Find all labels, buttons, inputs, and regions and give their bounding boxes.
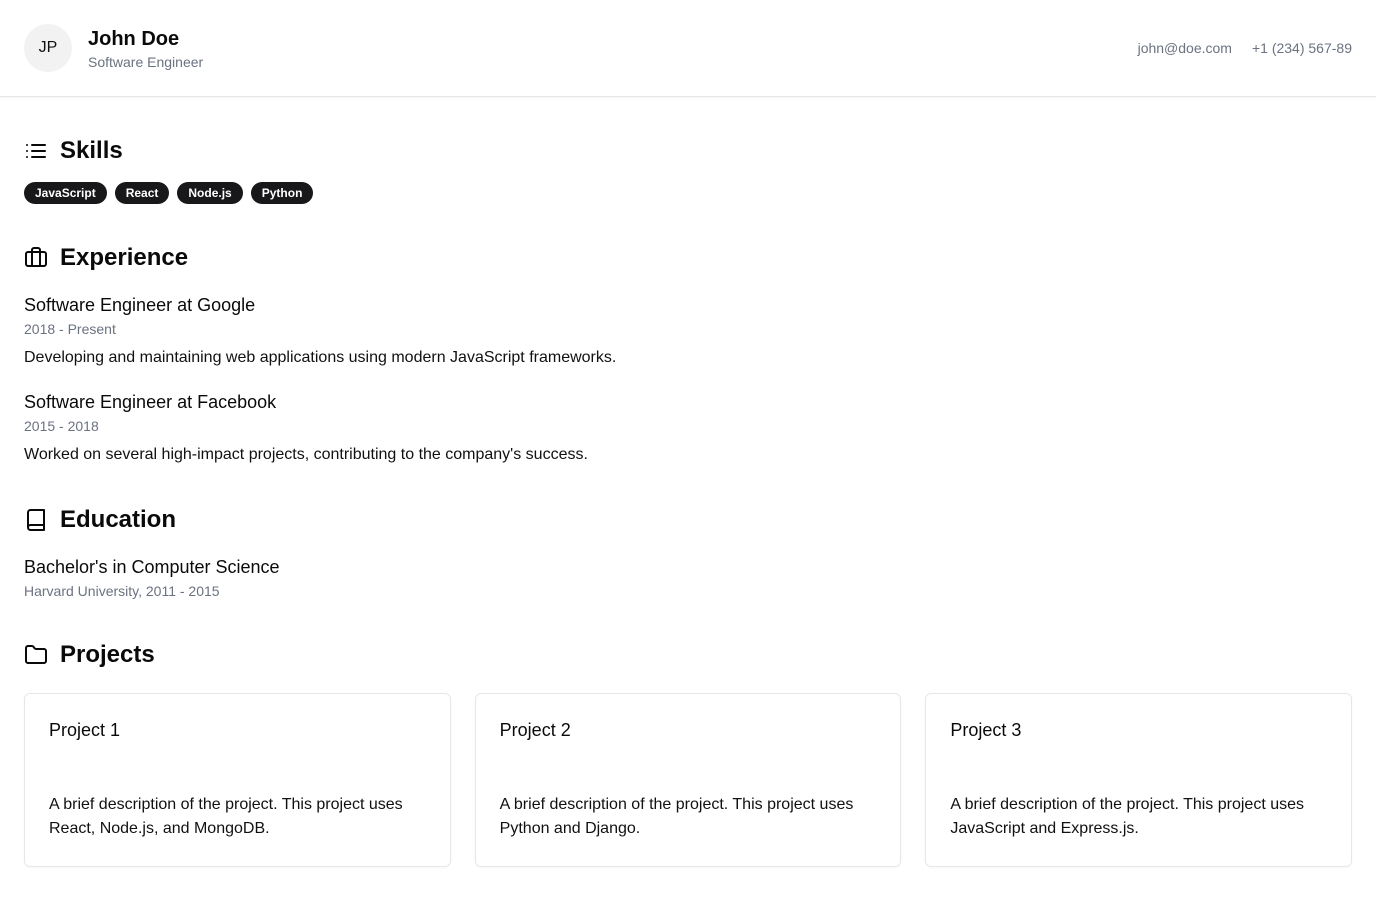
project-description: A brief description of the project. This…: [950, 796, 1305, 837]
book-icon: [27, 509, 45, 531]
project-title: Project 3: [950, 720, 1022, 740]
project-card[interactable]: Project 2 A brief description of the pro…: [474, 693, 902, 867]
job-title: Software Engineer at Google: [24, 295, 256, 315]
school-info: Harvard University, 2011 - 2015: [24, 583, 220, 599]
avatar: JP: [24, 24, 72, 72]
education-title: Education: [60, 506, 177, 533]
project-cards: Project 1 A brief description of the pro…: [24, 693, 1353, 867]
skills-section: Skills JavaScript React Node.js Python: [24, 137, 1352, 204]
skills-badges: JavaScript React Node.js Python: [24, 182, 1352, 204]
project-description: A brief description of the project. This…: [499, 796, 854, 837]
profile-role: Software Engineer: [88, 53, 204, 70]
job-description: Worked on several high-impact projects, …: [24, 446, 588, 463]
experience-title: Experience: [60, 244, 189, 271]
job-dates: 2018 - Present: [24, 321, 116, 337]
job-description: Developing and maintaining web applicati…: [24, 349, 617, 366]
job-entry: Software Engineer at Google 2018 - Prese…: [24, 294, 1352, 367]
contact-info: john@doe.com +1 (234) 567-89: [1138, 40, 1352, 56]
skill-badge: React: [114, 182, 170, 204]
projects-title: Projects: [60, 641, 155, 668]
briefcase-icon: [25, 247, 47, 267]
degree-title: Bachelor's in Computer Science: [24, 557, 280, 577]
project-card[interactable]: Project 1 A brief description of the pro…: [24, 693, 451, 867]
skill-badge: JavaScript: [24, 182, 107, 204]
project-title: Project 2: [499, 720, 571, 740]
skill-badge: Node.js: [177, 182, 243, 204]
resume-content: Skills JavaScript React Node.js Python E…: [0, 137, 1376, 867]
project-card[interactable]: Project 3 A brief description of the pro…: [925, 693, 1353, 867]
projects-heading: Projects: [24, 641, 1352, 669]
list-icon: [26, 144, 46, 158]
skills-heading: Skills: [24, 137, 1352, 165]
profile-info: John Doe Software Engineer: [88, 27, 203, 70]
profile-name: John Doe: [88, 27, 180, 50]
job-entry: Software Engineer at Facebook 2015 - 201…: [24, 391, 1352, 464]
skills-title: Skills: [60, 137, 123, 164]
experience-section: Experience Software Engineer at Google 2…: [24, 244, 1352, 464]
job-dates: 2015 - 2018: [24, 418, 99, 434]
phone-link[interactable]: +1 (234) 567-89: [1252, 40, 1352, 56]
email-link[interactable]: john@doe.com: [1138, 40, 1232, 56]
profile-header: JP John Doe Software Engineer john@doe.c…: [0, 0, 1376, 97]
skill-badge: Python: [250, 182, 314, 204]
profile: JP John Doe Software Engineer: [24, 24, 203, 72]
education-section: Education Bachelor's in Computer Science…: [24, 506, 1352, 599]
job-title: Software Engineer at Facebook: [24, 392, 277, 412]
project-description: A brief description of the project. This…: [49, 796, 403, 837]
folder-icon: [25, 645, 47, 664]
education-heading: Education: [24, 506, 1352, 534]
experience-heading: Experience: [24, 244, 1352, 272]
projects-section: Projects Project 1 A brief description o…: [24, 641, 1353, 867]
project-title: Project 1: [49, 720, 121, 740]
